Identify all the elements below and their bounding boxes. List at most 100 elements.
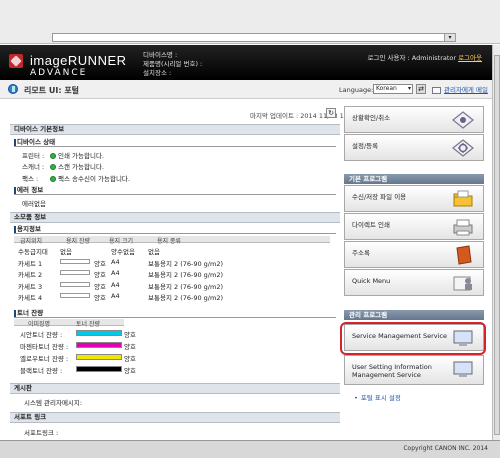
subsection-toner: 토너 잔량	[14, 309, 336, 318]
app-header: imageRUNNER ADVANCE 디바이스명 : 제품명(시리얼 번호) …	[0, 45, 492, 80]
error-value: 에러없음	[22, 200, 46, 208]
paper-size: A4	[111, 257, 120, 266]
language-apply-button[interactable]: ⇄	[416, 84, 426, 94]
status-monitor-label: 상황확인/취소	[352, 114, 391, 122]
support-link-label: 서포트링크 :	[24, 429, 59, 437]
paper-size: 양수없음	[111, 248, 135, 256]
copyright: Copyright CANON INC. 2014	[403, 445, 488, 452]
login-info: 로그인 사용자 : Administrator 로그아웃	[367, 52, 482, 62]
device-info: 디바이스명 : 제품명(시리얼 번호) : 설치장소 :	[143, 51, 202, 78]
table-row: 카세트 4 양호 A4 보통용지 2 (76-90 g/m2)	[14, 292, 330, 302]
toner-level-bar	[76, 354, 122, 360]
toner-name: 블랙토너 잔량 :	[20, 367, 63, 375]
paper-source: 수동급지대	[18, 248, 48, 256]
gear-icon	[452, 139, 474, 157]
quick-menu-icon	[453, 276, 472, 291]
paper-size: A4	[111, 269, 120, 277]
logo-line1: imageRUNNER	[30, 53, 127, 68]
system-admin-message: 시스템 관리자메시지:	[24, 399, 83, 407]
paper-level-bar	[60, 281, 90, 287]
admin-mail-link[interactable]: 관리자에게 메일	[432, 84, 488, 94]
paper-type: 보통용지 2 (76-90 g/m2)	[148, 271, 223, 279]
portal-home-icon	[8, 84, 18, 94]
toner-level: 양호	[124, 343, 136, 351]
product-name: 제품명(시리얼 번호) :	[143, 60, 203, 68]
toner-table-header: 이미징명 토너 잔량	[14, 319, 124, 328]
col-size: 용지 크기	[109, 238, 133, 245]
paper-type: 보통용지 2 (76-90 g/m2)	[148, 294, 223, 302]
quick-menu-button[interactable]: Quick Menu	[344, 269, 484, 296]
user-setting-management-button[interactable]: User Setting Information Management Serv…	[344, 355, 484, 385]
toner-level-bar	[76, 330, 122, 336]
send-store-button[interactable]: 수신/저장 파일 이용	[344, 185, 484, 212]
address-book-button[interactable]: 주소록	[344, 241, 484, 268]
portal-display-setting-link[interactable]: 포털 표시 설정	[354, 392, 401, 402]
col-type: 용지 종류	[157, 238, 181, 245]
table-row: 카세트 2 양호 A4 보통용지 2 (76-90 g/m2)	[14, 269, 330, 279]
toner-level: 양호	[124, 355, 136, 363]
subsection-device-status: 디바이스 상태	[14, 138, 336, 147]
subsection-error-info: 에러 정보	[14, 186, 336, 195]
title-bar: 리모트 UI: 포털 Language: Korean ⇄ 관리자에게 메일	[0, 80, 492, 99]
remote-ui-window: ▾ imageRUNNER ADVANCE 디바이스명 : 제품명(시리얼 번호…	[0, 0, 500, 458]
toner-level-bar	[76, 342, 122, 348]
address-dropdown-icon[interactable]: ▾	[444, 33, 456, 42]
status-monitor-button[interactable]: 상황확인/취소	[344, 106, 484, 133]
status-ok-icon	[50, 176, 56, 182]
paper-level: 양호	[94, 271, 106, 279]
browser-address-field[interactable]	[52, 33, 456, 42]
vertical-scrollbar[interactable]	[492, 45, 500, 440]
browser-top-area: ▾	[0, 0, 500, 44]
direct-print-button[interactable]: 다이렉트 인쇄	[344, 213, 484, 240]
eye-icon	[452, 111, 474, 129]
paper-table-header: 급지위치 용지 잔량 용지 크기 용지 종류	[14, 236, 330, 245]
paper-type: 보통용지 2 (76-90 g/m2)	[148, 282, 223, 291]
scanner-status-row: 스캐너 :	[22, 161, 44, 171]
printer-label: 프린터 :	[22, 152, 45, 160]
paper-type: 보통용지 2 (76-90 g/m2)	[148, 259, 223, 268]
toner-name: 옐로우토너 잔량 :	[20, 355, 69, 363]
paper-size: A4	[111, 292, 120, 300]
settings-button[interactable]: 설정/등록	[344, 134, 484, 161]
printer-status: 인쇄 가능합니다.	[58, 152, 104, 160]
paper-level: 양호	[94, 282, 106, 291]
printer-status-row: 프린터 :	[22, 150, 44, 160]
logout-link[interactable]: 로그아웃	[458, 54, 482, 62]
subsection-paper-info: 용지정보	[14, 225, 336, 234]
highlight-outline	[340, 322, 486, 355]
scrollbar-thumb[interactable]	[494, 55, 500, 435]
section-board: 게시판	[10, 383, 340, 394]
direct-print-label: 다이렉트 인쇄	[352, 221, 390, 229]
paper-level-bar	[60, 293, 90, 298]
toner-name: 마젠타토너 잔량 :	[20, 343, 69, 351]
folder-icon	[453, 190, 473, 207]
settings-label: 설정/등록	[352, 142, 379, 150]
page-title: 리모트 UI: 포털	[24, 86, 80, 95]
paper-level-bar	[60, 258, 90, 264]
toner-name: 시안토너 잔량 :	[20, 331, 63, 339]
fax-label: 팩스 :	[22, 175, 39, 183]
paper-size: A4	[111, 280, 120, 289]
basic-programs-header: 기본 프로그램	[344, 174, 484, 184]
address-book-label: 주소록	[352, 249, 370, 257]
fax-status-row: 팩스 :	[22, 173, 38, 183]
table-row: 카세트 3 양호 A4 보통용지 2 (76-90 g/m2)	[14, 281, 330, 291]
login-user: 로그인 사용자 : Administrator	[367, 54, 457, 62]
fax-status: 팩스 송수신이 가능합니다.	[58, 175, 130, 183]
paper-source: 카세트 2	[18, 271, 43, 279]
language-select[interactable]: Korean	[373, 84, 413, 94]
send-store-label: 수신/저장 파일 이용	[352, 193, 407, 201]
paper-source: 카세트 3	[18, 282, 43, 291]
paper-type: 없음	[148, 248, 160, 256]
table-row: 수동급지대 없음 양수없음 없음	[14, 246, 330, 256]
refresh-button[interactable]: ↻	[326, 108, 336, 118]
canon-logo-icon	[9, 54, 23, 68]
monitor-icon	[453, 361, 473, 377]
col-toner-level: 토너 잔량	[76, 321, 100, 328]
toner-level-bar	[76, 366, 122, 372]
toner-level: 양호	[124, 331, 136, 339]
table-row: 카세트 1 양호 A4 보통용지 2 (76-90 g/m2)	[14, 258, 330, 268]
paper-level: 양호	[94, 294, 106, 302]
printer-icon	[453, 219, 473, 236]
quick-menu-label: Quick Menu	[352, 277, 391, 285]
